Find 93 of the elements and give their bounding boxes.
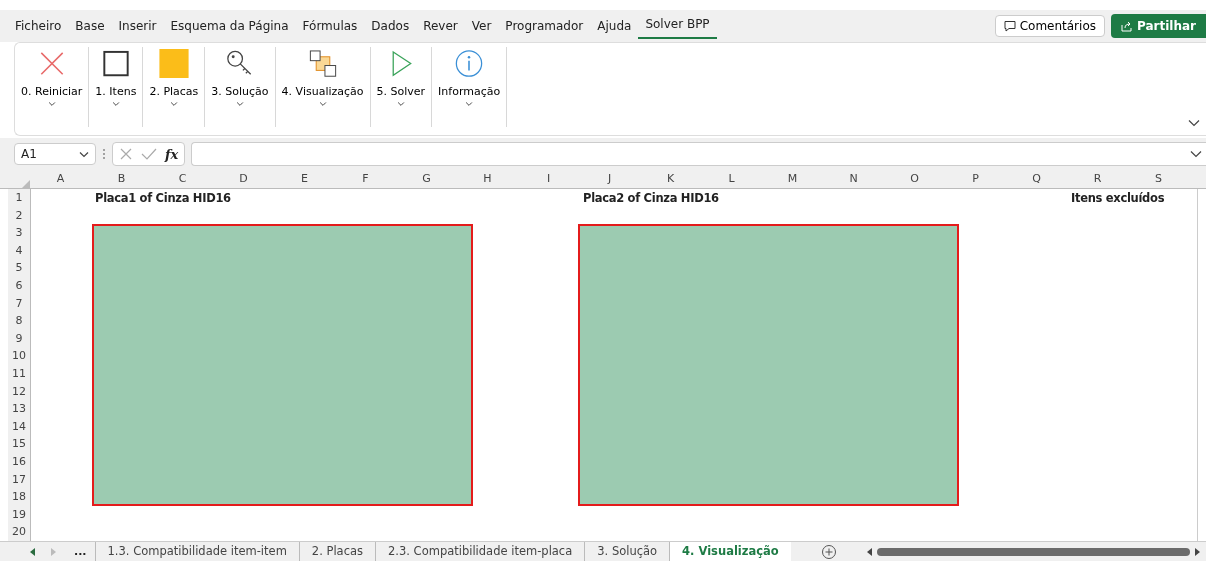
chevron-icon[interactable] xyxy=(1190,150,1202,158)
caret-icon xyxy=(235,101,244,107)
sheet-tab[interactable]: 4. Visualização xyxy=(669,542,791,561)
column-header[interactable]: N xyxy=(823,170,884,188)
row-header[interactable]: 10 xyxy=(8,347,30,365)
cell-text: Itens excluídos xyxy=(1071,190,1165,207)
caret-icon xyxy=(79,150,89,158)
chevron-icon[interactable] xyxy=(1188,119,1200,127)
ribbon-button[interactable]: Informação xyxy=(435,47,504,109)
column-header[interactable]: L xyxy=(701,170,762,188)
sheet-tab[interactable]: 2. Placas xyxy=(298,542,375,561)
caret-icon xyxy=(169,101,178,107)
column-header[interactable]: S xyxy=(1128,170,1189,188)
row-header[interactable]: 6 xyxy=(8,276,30,295)
column-header[interactable]: E xyxy=(274,170,335,188)
menu-tab[interactable]: Fórmulas xyxy=(295,13,365,39)
row-header[interactable]: 15 xyxy=(8,435,30,453)
ribbon-button[interactable]: 1. Itens xyxy=(92,47,140,109)
caret-icon xyxy=(396,101,405,107)
scrollbar-thumb[interactable] xyxy=(876,547,1190,556)
column-header[interactable]: O xyxy=(884,170,945,188)
ribbon-button[interactable]: 0. Reiniciar xyxy=(18,47,86,109)
square-icon xyxy=(100,49,131,79)
column-header[interactable]: P xyxy=(945,170,1006,188)
row-header[interactable]: 3 xyxy=(8,224,30,242)
caret-icon xyxy=(111,101,120,107)
row-header[interactable]: 17 xyxy=(8,470,30,489)
insert-function-button[interactable]: fx xyxy=(165,146,179,162)
square-icon xyxy=(158,49,189,79)
sheet-tab[interactable]: 1.3. Compatibilidade item-item xyxy=(94,542,299,561)
formula-input[interactable] xyxy=(191,142,1206,166)
row-header[interactable]: 8 xyxy=(8,312,30,330)
scroll-right-icon[interactable] xyxy=(1194,547,1200,556)
column-header[interactable]: J xyxy=(579,170,640,188)
caret-icon xyxy=(318,101,327,107)
row-header[interactable]: 13 xyxy=(8,400,30,418)
row-header[interactable]: 20 xyxy=(8,523,30,541)
sheet-tab[interactable]: 2.3. Compatibilidade item-placa xyxy=(375,542,585,561)
cell-text: Placa2 of Cinza HID16 xyxy=(583,190,719,207)
column-header[interactable]: Q xyxy=(1006,170,1067,188)
row-header[interactable]: 4 xyxy=(8,241,30,260)
scroll-left-icon[interactable] xyxy=(30,547,36,556)
menu-tab[interactable]: Dados xyxy=(364,13,417,39)
column-header[interactable]: D xyxy=(213,170,274,188)
column-header[interactable]: R xyxy=(1067,170,1128,188)
scroll-left-icon[interactable] xyxy=(866,547,873,556)
row-header[interactable]: 5 xyxy=(8,259,30,277)
column-header[interactable]: F xyxy=(335,170,396,188)
column-header[interactable]: G xyxy=(396,170,457,188)
row-header[interactable]: 19 xyxy=(8,505,30,524)
menu-tab[interactable]: Ajuda xyxy=(590,13,639,39)
menu-tab[interactable]: Solver BPP xyxy=(638,13,717,39)
ribbon-button[interactable]: 5. Solver xyxy=(373,47,429,109)
caret-icon xyxy=(47,101,56,107)
share-button[interactable]: Partilhar xyxy=(1111,14,1206,38)
comment-icon xyxy=(1003,20,1016,32)
row-header[interactable]: 9 xyxy=(8,329,30,348)
menu-tab[interactable]: Ficheiro xyxy=(8,13,69,39)
comments-button[interactable]: Comentários xyxy=(994,15,1105,37)
name-box[interactable]: A1 xyxy=(14,143,96,165)
menu-tab[interactable]: Base xyxy=(68,13,112,39)
column-header[interactable]: I xyxy=(518,170,579,188)
menu-tab[interactable]: Rever xyxy=(416,13,465,39)
column-header[interactable]: B xyxy=(91,170,152,188)
menu-tab[interactable]: Programador xyxy=(498,13,591,39)
column-header[interactable]: C xyxy=(152,170,213,188)
column-header[interactable]: M xyxy=(762,170,823,188)
column-header[interactable]: A xyxy=(30,170,91,188)
caret-icon xyxy=(465,101,474,107)
column-header[interactable]: H xyxy=(457,170,518,188)
row-header[interactable]: 18 xyxy=(8,488,30,506)
ribbon-button[interactable]: 2. Placas xyxy=(146,47,202,109)
dots-icon xyxy=(102,148,106,160)
row-header[interactable]: 1 xyxy=(8,189,30,207)
check-icon[interactable] xyxy=(141,147,157,161)
row-header[interactable]: 2 xyxy=(8,206,30,225)
menu-tab[interactable]: Inserir xyxy=(111,13,164,39)
row-header[interactable]: 7 xyxy=(8,294,30,313)
menu-tab[interactable]: Esquema da Página xyxy=(163,13,296,39)
menu-tab[interactable]: Ver xyxy=(464,13,499,39)
row-header[interactable]: 14 xyxy=(8,417,30,436)
layers-icon xyxy=(307,49,338,79)
info-icon xyxy=(454,49,485,79)
ribbon-button[interactable]: 4. Visualização xyxy=(278,47,367,109)
row-header[interactable]: 11 xyxy=(8,364,30,383)
column-header[interactable]: K xyxy=(640,170,701,188)
share-icon xyxy=(1121,20,1133,32)
add-sheet-icon[interactable] xyxy=(820,543,837,560)
more-sheets-button[interactable]: ... xyxy=(74,545,87,558)
row-header[interactable]: 16 xyxy=(8,452,30,471)
cell-text: Placa1 of Cinza HID16 xyxy=(95,190,231,207)
ribbon-button[interactable]: 3. Solução xyxy=(208,47,272,109)
row-header[interactable]: 12 xyxy=(8,382,30,401)
